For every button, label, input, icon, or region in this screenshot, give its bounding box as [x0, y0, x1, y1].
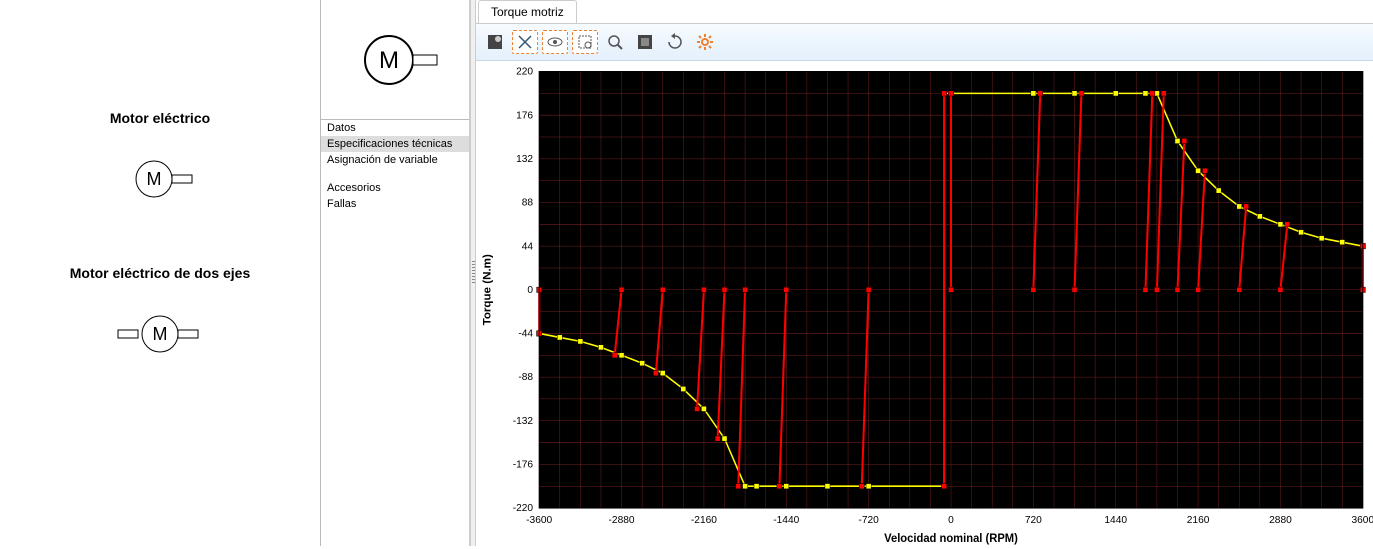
tool-visibility[interactable] [542, 30, 568, 54]
svg-text:Torque (N.m): Torque (N.m) [481, 254, 493, 325]
nav-fallas[interactable]: Fallas [321, 196, 469, 212]
nav-accesorios[interactable]: Accesorios [321, 180, 469, 196]
svg-text:220: 220 [516, 67, 533, 78]
nav-datos[interactable]: Datos [321, 120, 469, 136]
nav-asignacion[interactable]: Asignación de variable [321, 152, 469, 168]
motor-electric-item[interactable]: Motor eléctrico M [8, 110, 312, 205]
tool-zoom[interactable] [602, 30, 628, 54]
motor-electric-label: Motor eléctrico [8, 110, 312, 126]
svg-text:-132: -132 [513, 416, 534, 427]
chart-toolbar [476, 24, 1373, 61]
svg-text:2160: 2160 [1187, 515, 1210, 526]
svg-text:-720: -720 [858, 515, 879, 526]
svg-text:M: M [153, 324, 168, 344]
svg-text:720: 720 [1025, 515, 1042, 526]
chart-panel: Torque motriz -3600 -2880 -2160 -1440 -720 0 7… [476, 0, 1373, 546]
nav-especificaciones[interactable]: Especificaciones técnicas [321, 136, 469, 152]
motor-icon: M [120, 156, 200, 205]
svg-text:0: 0 [948, 515, 954, 526]
tool-crop[interactable] [482, 30, 508, 54]
selected-component-preview: M [321, 0, 469, 120]
tool-autoscale[interactable] [512, 30, 538, 54]
tool-refresh[interactable] [662, 30, 688, 54]
tab-bar: Torque motriz [476, 0, 1373, 24]
param-panel: M Datos Especificaciones técnicas Asigna… [320, 0, 470, 546]
svg-text:-2880: -2880 [609, 515, 635, 526]
svg-text:1440: 1440 [1104, 515, 1127, 526]
tab-torque-motriz[interactable]: Torque motriz [478, 0, 577, 23]
svg-text:-44: -44 [518, 328, 533, 339]
svg-text:176: 176 [516, 110, 533, 121]
svg-text:-88: -88 [518, 372, 533, 383]
svg-text:3600: 3600 [1351, 515, 1373, 526]
svg-text:88: 88 [522, 198, 534, 209]
tool-snapshot[interactable] [632, 30, 658, 54]
motor-electric-2axis-item[interactable]: Motor eléctrico de dos ejes M [8, 265, 312, 360]
motor-electric-2axis-label: Motor eléctrico de dos ejes [8, 265, 312, 281]
svg-text:Velocidad nominal (RPM): Velocidad nominal (RPM) [884, 533, 1018, 545]
svg-text:132: 132 [516, 154, 533, 165]
svg-text:2880: 2880 [1269, 515, 1292, 526]
svg-text:M: M [379, 47, 399, 74]
svg-text:-2160: -2160 [691, 515, 717, 526]
svg-text:-1440: -1440 [773, 515, 799, 526]
svg-text:0: 0 [527, 285, 533, 296]
svg-text:M: M [147, 169, 162, 189]
motor-2axis-icon: M [110, 311, 210, 360]
param-nav: Datos Especificaciones técnicas Asignaci… [321, 120, 469, 212]
svg-text:44: 44 [522, 241, 534, 252]
component-palette: Motor eléctrico M Motor eléctrico de dos… [0, 0, 320, 546]
torque-chart[interactable]: -3600 -2880 -2160 -1440 -720 0 720 1440 2160 2880… [476, 61, 1373, 546]
tool-settings[interactable] [692, 30, 718, 54]
tool-zoom-region[interactable] [572, 30, 598, 54]
svg-text:-3600: -3600 [526, 515, 552, 526]
svg-text:-220: -220 [513, 503, 534, 514]
svg-text:-176: -176 [513, 459, 534, 470]
